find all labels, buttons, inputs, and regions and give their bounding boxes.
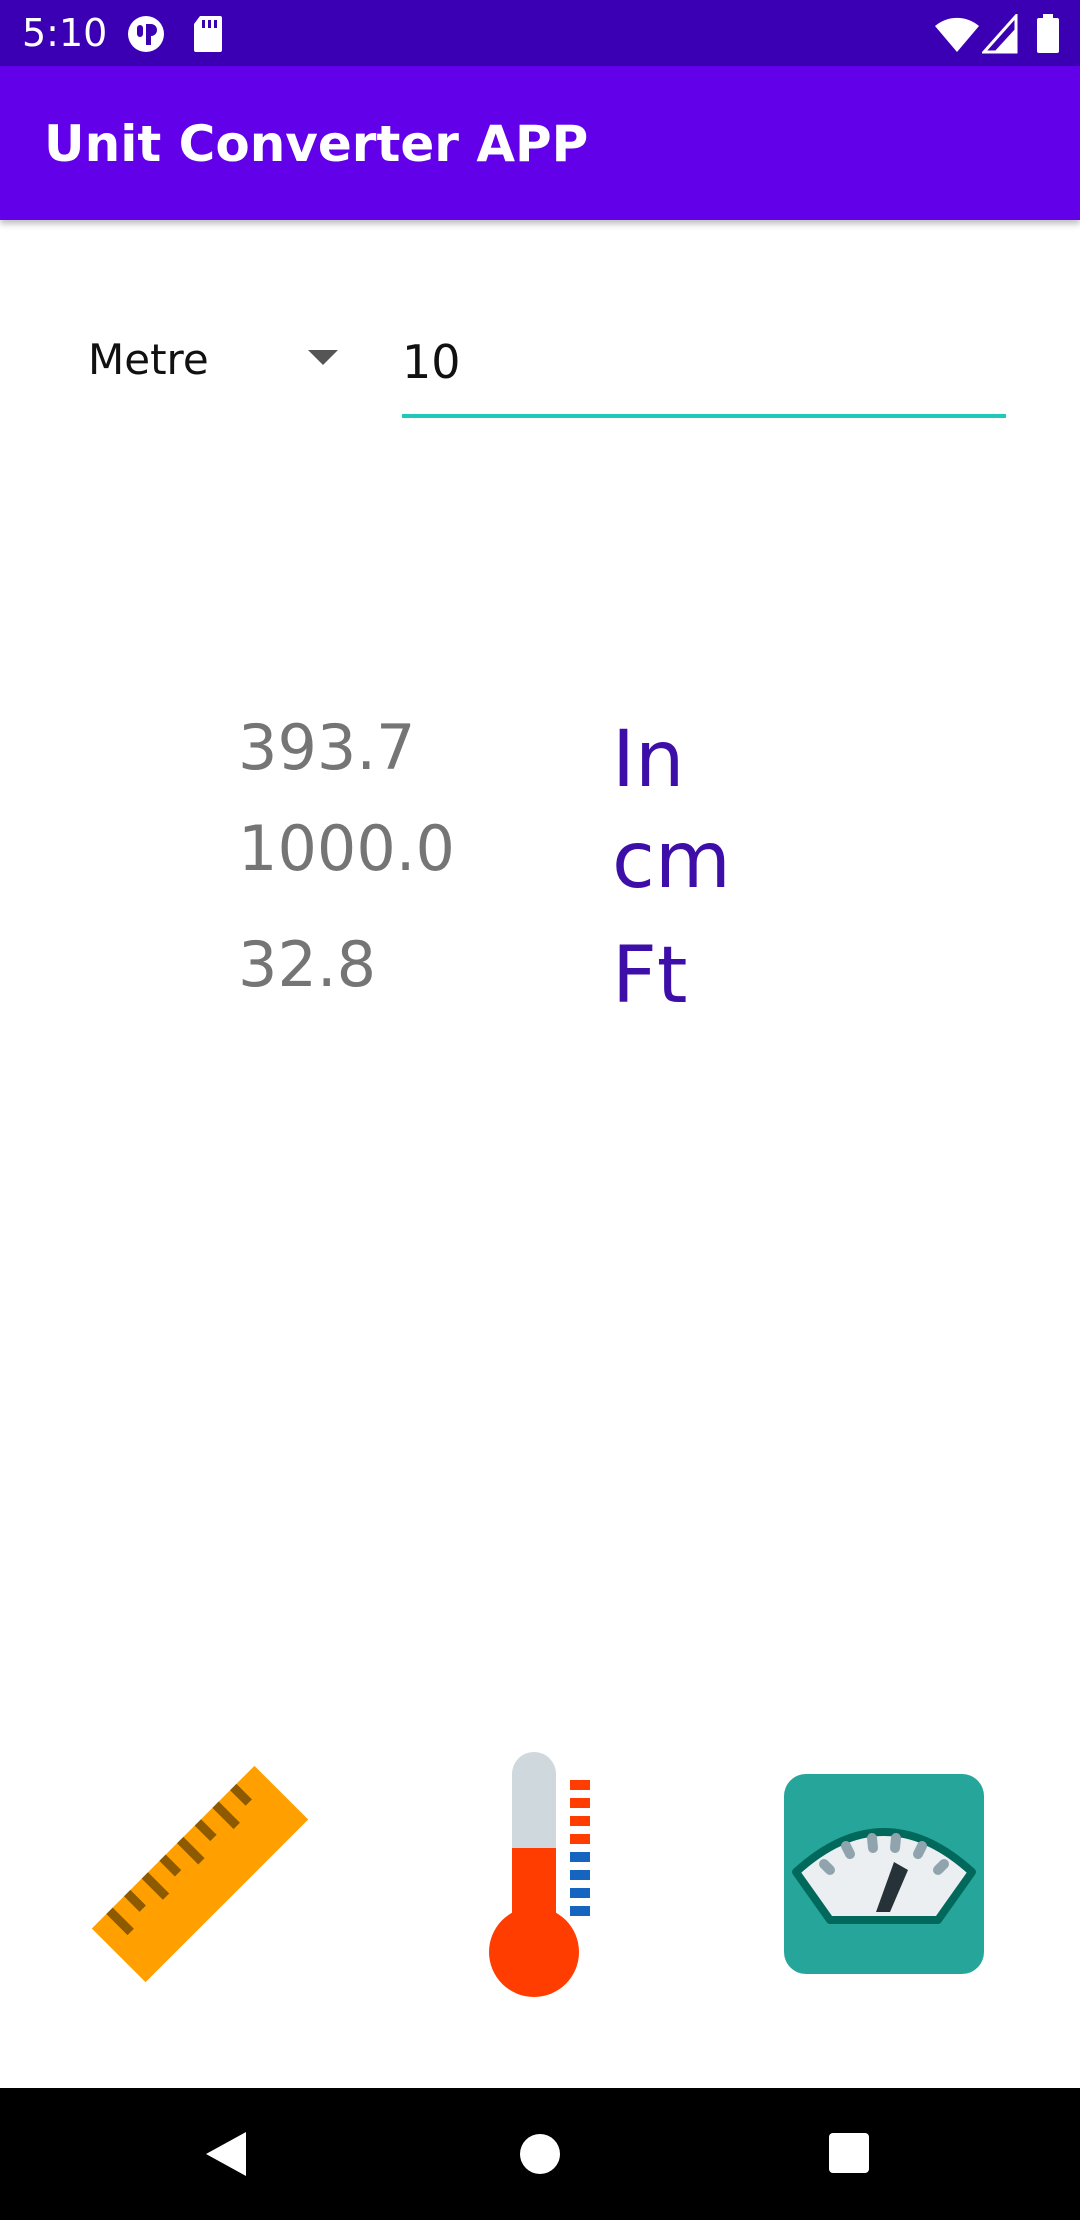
signal-icon: [980, 12, 1018, 58]
result-unit-ft: Ft: [612, 931, 688, 1021]
weighing-scale-icon[interactable]: [784, 1774, 984, 1978]
home-icon[interactable]: [518, 2132, 562, 2180]
navigation-bar: [0, 2088, 1080, 2220]
result-value-inch: 393.7: [238, 711, 416, 784]
dropdown-arrow-icon: [308, 350, 338, 365]
result-value-cm: 1000.0: [238, 812, 455, 885]
value-input[interactable]: [402, 310, 1006, 418]
result-value-ft: 32.8: [238, 928, 377, 1001]
recents-icon[interactable]: [828, 2132, 870, 2178]
result-unit-cm: cm: [612, 816, 731, 906]
status-time: 5:10: [22, 11, 108, 55]
status-bar: 5:10: [0, 0, 1080, 66]
battery-icon: [1036, 14, 1060, 58]
thermometer-icon[interactable]: [488, 1752, 598, 2006]
sd-card-icon: [192, 14, 224, 58]
result-unit-inch: In: [612, 715, 685, 805]
app-bar: Unit Converter APP: [0, 66, 1080, 220]
ruler-icon[interactable]: [80, 1754, 320, 1998]
unit-dropdown-value: Metre: [88, 335, 209, 384]
back-icon[interactable]: [204, 2130, 248, 2182]
app-title: Unit Converter APP: [44, 115, 589, 173]
app-notification-icon: [126, 14, 166, 58]
wifi-icon: [934, 14, 980, 58]
unit-dropdown[interactable]: Metre: [60, 320, 360, 400]
